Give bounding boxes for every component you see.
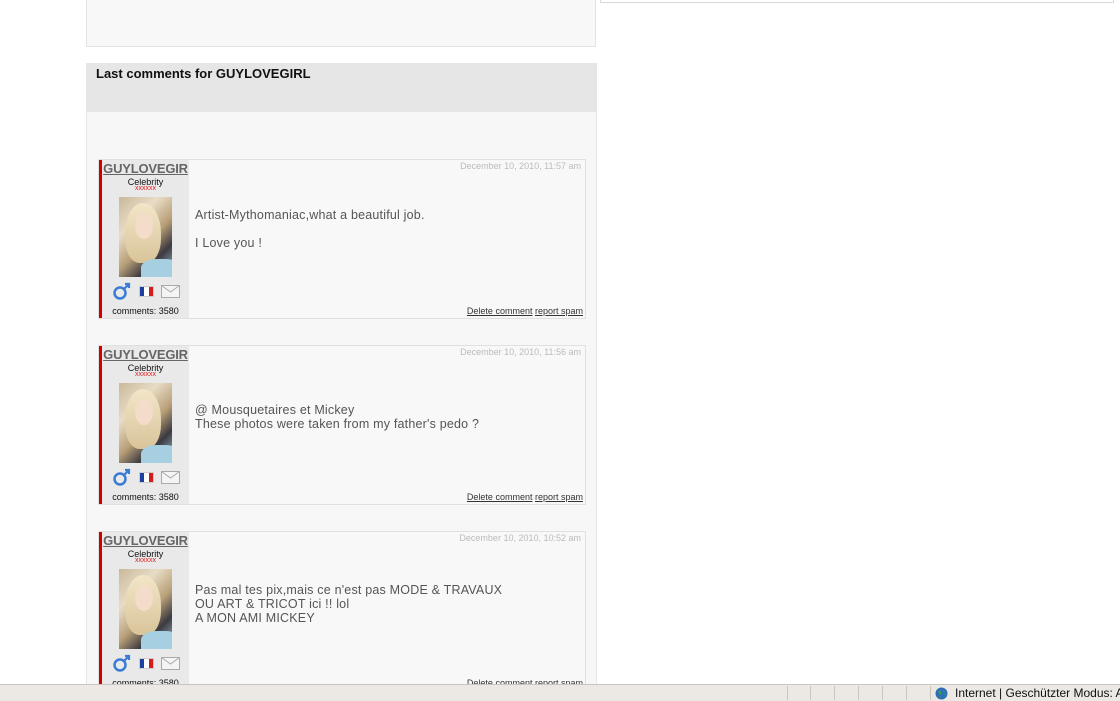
user-rank-stars: xxxxxx <box>135 557 156 564</box>
user-rank-stars: xxxxxx <box>135 371 156 378</box>
report-spam-link[interactable]: report spam <box>535 306 583 316</box>
comment-user-panel: GUYLOVEGIR Celebrity xxxxxx comments: 35… <box>99 160 189 318</box>
comment-user-panel: GUYLOVEGIR Celebrity xxxxxx comments: 35… <box>99 346 189 504</box>
right-column-panel <box>600 0 1114 3</box>
globe-icon <box>935 687 948 700</box>
comment-text: Artist-Mythomaniac,what a beautiful job.… <box>195 208 425 250</box>
comment-user-panel: GUYLOVEGIR Celebrity xxxxxx comments: 35… <box>99 532 189 690</box>
user-name-link[interactable]: GUYLOVEGIR <box>102 533 189 548</box>
comment-actions: Delete comment report spam <box>467 492 583 502</box>
comment-date: December 10, 2010, 11:57 am <box>460 161 581 171</box>
comment-date: December 10, 2010, 10:52 am <box>459 533 581 543</box>
delete-comment-link[interactable]: Delete comment <box>467 306 533 316</box>
mail-icon[interactable] <box>161 471 180 484</box>
delete-comment-link[interactable]: Delete comment <box>467 492 533 502</box>
user-rank-stars: xxxxxx <box>135 185 156 192</box>
previous-panel <box>86 0 596 47</box>
comment-text: @ Mousquetaires et Mickey These photos w… <box>195 403 480 431</box>
france-flag-icon <box>139 658 154 669</box>
male-gender-icon <box>113 654 131 672</box>
user-name-link[interactable]: GUYLOVEGIR <box>102 161 189 176</box>
avatar[interactable] <box>119 383 172 463</box>
france-flag-icon <box>139 472 154 483</box>
user-comments-count: comments: 3580 <box>112 306 179 316</box>
comments-section-title: Last comments for GUYLOVEGIRL <box>96 66 311 81</box>
comment-actions: Delete comment report spam <box>467 306 583 316</box>
user-name-link[interactable]: GUYLOVEGIR <box>102 347 189 362</box>
comment-item: GUYLOVEGIR Celebrity xxxxxx comments: 35… <box>98 531 586 691</box>
male-gender-icon <box>113 282 131 300</box>
mail-icon[interactable] <box>161 285 180 298</box>
security-zone-label[interactable]: Internet | Geschützter Modus: A <box>955 686 1120 700</box>
user-comments-count: comments: 3580 <box>112 492 179 502</box>
france-flag-icon <box>139 286 154 297</box>
report-spam-link[interactable]: report spam <box>535 492 583 502</box>
comment-item: GUYLOVEGIR Celebrity xxxxxx comments: 35… <box>98 159 586 319</box>
mail-icon[interactable] <box>161 657 180 670</box>
male-gender-icon <box>113 468 131 486</box>
comment-text: Pas mal tes pix,mais ce n'est pas MODE &… <box>195 583 503 625</box>
comments-section: Last comments for GUYLOVEGIRL GUYLOVEGIR… <box>86 63 597 695</box>
comments-section-header: Last comments for GUYLOVEGIRL <box>87 64 596 112</box>
comment-date: December 10, 2010, 11:56 am <box>460 347 581 357</box>
avatar[interactable] <box>119 197 172 277</box>
comment-item: GUYLOVEGIR Celebrity xxxxxx comments: 35… <box>98 345 586 505</box>
browser-status-bar: Internet | Geschützter Modus: A <box>0 684 1120 701</box>
avatar[interactable] <box>119 569 172 649</box>
